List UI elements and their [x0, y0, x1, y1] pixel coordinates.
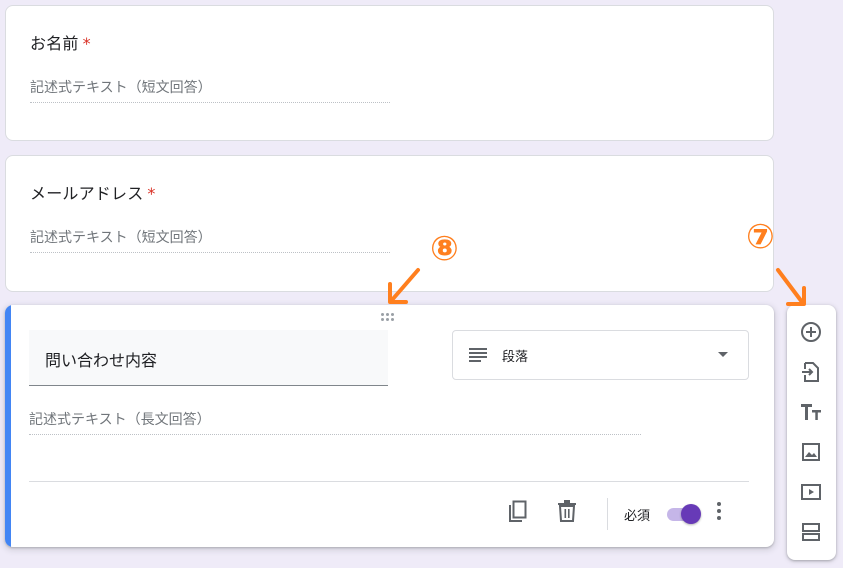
add-video-icon[interactable] — [799, 480, 823, 504]
required-asterisk: * — [82, 34, 91, 53]
short-answer-placeholder: 記述式テキスト（短文回答） — [30, 77, 390, 103]
side-toolbar — [787, 305, 836, 560]
short-answer-placeholder: 記述式テキスト（短文回答） — [30, 227, 390, 253]
active-accent-bar — [5, 305, 11, 547]
add-title-description-icon[interactable] — [799, 400, 823, 424]
add-section-icon[interactable] — [799, 520, 823, 544]
annotation-marker-8: ⑧ — [430, 229, 459, 269]
annotation-arrow-8-icon — [388, 268, 420, 304]
question-title-text: お名前 — [30, 34, 79, 53]
delete-icon[interactable] — [557, 500, 577, 522]
long-answer-placeholder: 記述式テキスト（長文回答） — [29, 409, 641, 435]
paragraph-lines-icon — [469, 348, 487, 362]
add-image-icon[interactable] — [799, 440, 823, 464]
question-type-label: 段落 — [502, 350, 529, 365]
question-type-dropdown[interactable]: 段落 — [452, 330, 749, 380]
required-asterisk: * — [147, 184, 156, 203]
chevron-down-icon — [718, 352, 728, 357]
question-card-name[interactable]: お名前 * 記述式テキスト（短文回答） — [5, 5, 774, 141]
required-toggle[interactable] — [665, 504, 701, 524]
add-question-icon[interactable] — [799, 320, 823, 344]
drag-handle-icon[interactable] — [381, 313, 397, 323]
question-title: メールアドレス * — [30, 180, 156, 204]
duplicate-icon[interactable] — [507, 500, 529, 524]
annotation-arrow-7-icon — [776, 268, 806, 306]
question-title-input[interactable]: 問い合わせ内容 — [29, 330, 388, 386]
more-options-icon[interactable] — [715, 501, 723, 521]
question-title-text: メールアドレス — [30, 184, 144, 203]
footer-separator — [607, 498, 608, 530]
required-label: 必須 — [624, 509, 651, 524]
annotation-marker-7: ⑦ — [746, 217, 775, 257]
question-card-active[interactable]: 問い合わせ内容 段落 記述式テキスト（長文回答） 必須 — [5, 305, 774, 547]
footer-divider — [29, 481, 749, 482]
question-title: お名前 * — [30, 30, 91, 54]
import-questions-icon[interactable] — [799, 360, 823, 384]
